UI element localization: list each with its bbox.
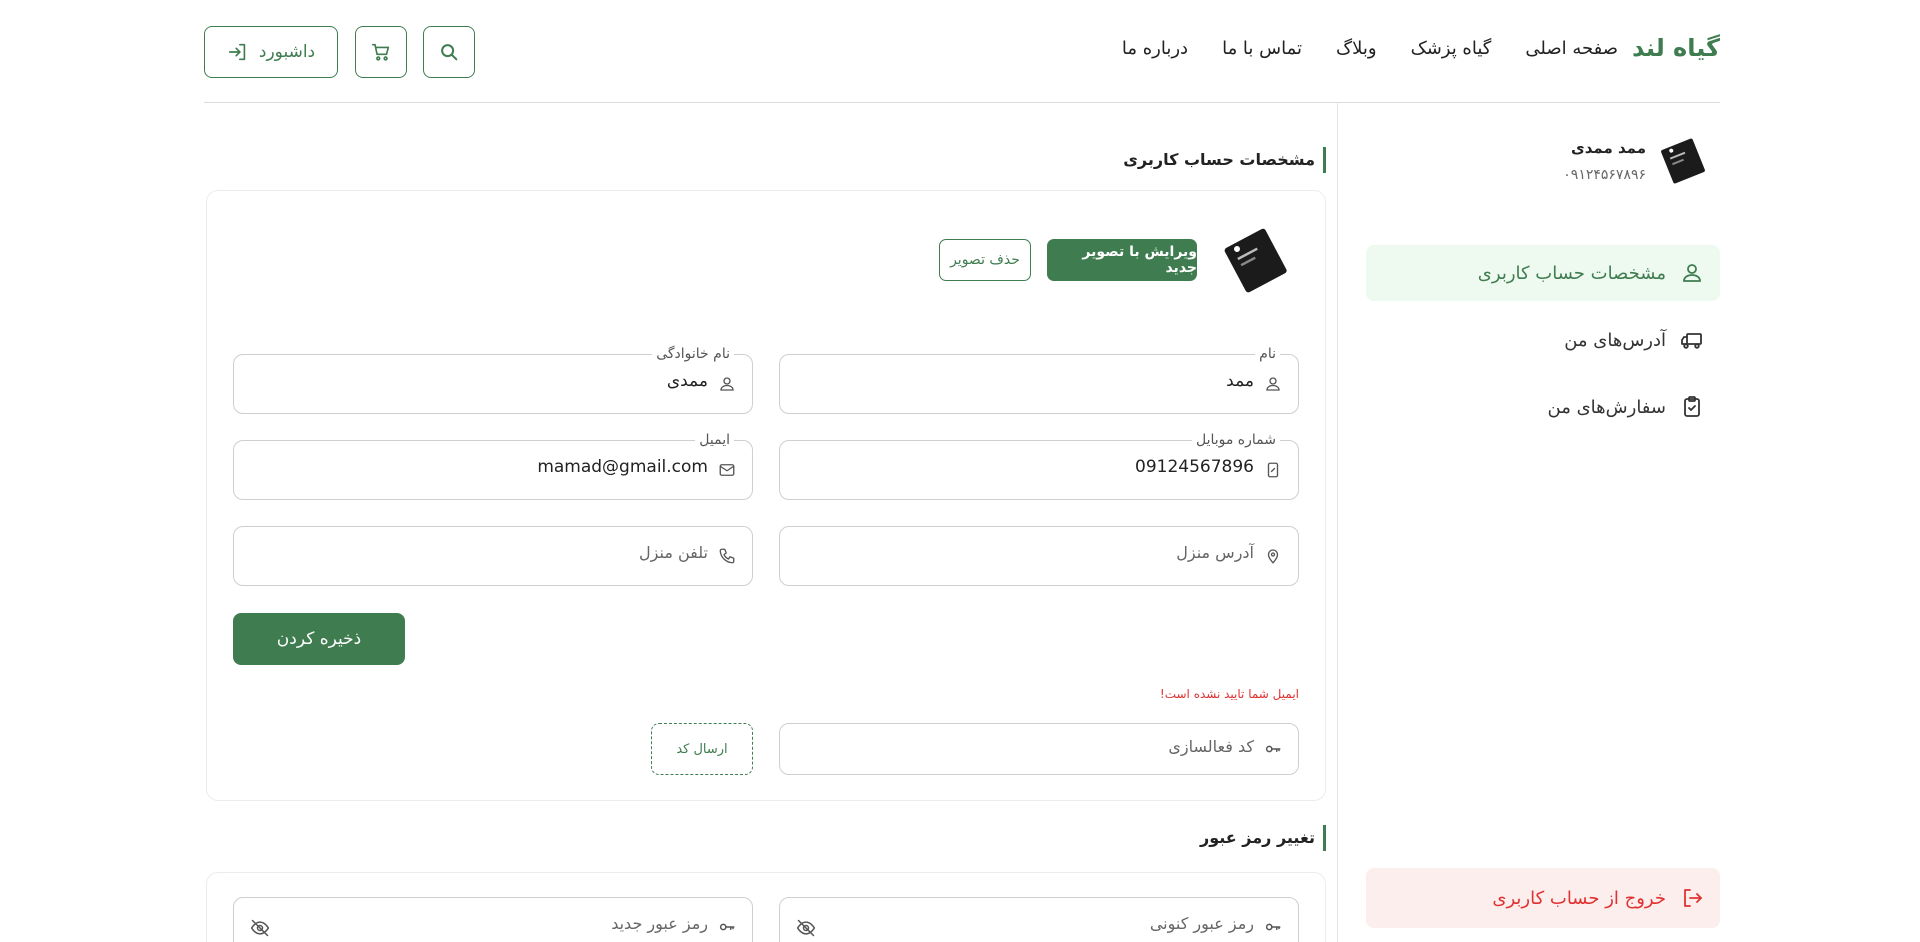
current-password-field[interactable]: رمز عبور کنونی xyxy=(779,897,1299,942)
key-icon xyxy=(1265,745,1281,753)
phone-icon xyxy=(719,548,735,564)
edit-image-button[interactable]: ویرایش با تصویر جدید xyxy=(1047,239,1197,281)
profile-phone: ۰۹۱۲۴۵۶۷۸۹۶ xyxy=(1563,167,1646,183)
avatar xyxy=(1652,129,1714,193)
email-label: ایمیل xyxy=(695,430,734,450)
activation-code-placeholder: کد فعالسازی xyxy=(1168,737,1254,756)
site-logo[interactable]: گیاه لند xyxy=(1632,34,1720,62)
last-name-value: ممدی xyxy=(666,371,708,391)
sidebar-item-account[interactable]: مشخصات حساب کاربری xyxy=(1366,245,1720,301)
logout-button[interactable]: خروج از حساب کاربری xyxy=(1366,868,1720,928)
account-sidebar: ممد ممدی ۰۹۱۲۴۵۶۷۸۹۶ مشخصات حساب کاربری … xyxy=(1337,103,1720,942)
sidebar-item-orders[interactable]: سفارش‌های من xyxy=(1366,379,1720,435)
site-header: گیاه لند صفحه اصلی گیاه پزشک وبلاگ تماس … xyxy=(204,0,1720,103)
sidebar-item-label: سفارش‌های من xyxy=(1547,396,1666,418)
logout-label: خروج از حساب کاربری xyxy=(1492,887,1666,909)
password-section-title: تغییر رمز عبور xyxy=(1200,825,1326,851)
sidebar-item-label: مشخصات حساب کاربری xyxy=(1477,262,1666,284)
key-icon xyxy=(1265,923,1281,931)
nav-plant-doctor[interactable]: گیاه پزشک xyxy=(1411,38,1492,59)
profile-summary: ممد ممدی ۰۹۱۲۴۵۶۷۸۹۶ xyxy=(1350,127,1720,197)
truck-icon xyxy=(1681,333,1702,349)
main-nav: صفحه اصلی گیاه پزشک وبلاگ تماس با ما درب… xyxy=(1122,38,1618,59)
first-name-value: ممد xyxy=(1226,371,1254,391)
profile-name: ممد ممدی xyxy=(1571,139,1646,157)
user-icon xyxy=(1683,264,1701,282)
last-name-label: نام خانوادگی xyxy=(652,344,734,364)
first-name-label: نام xyxy=(1255,344,1280,364)
nav-home[interactable]: صفحه اصلی xyxy=(1525,38,1618,59)
mobile-value: 09124567896 xyxy=(1135,457,1254,477)
new-password-placeholder: رمز عبور جدید xyxy=(611,914,708,933)
home-phone-field[interactable]: تلفن منزل xyxy=(233,526,753,586)
address-field[interactable]: آدرس منزل xyxy=(779,526,1299,586)
mobile-label: شماره موبایل xyxy=(1191,430,1280,450)
login-icon xyxy=(228,43,246,61)
save-button[interactable]: ذخیره کردن xyxy=(233,613,405,665)
current-password-placeholder: رمز عبور کنونی xyxy=(1149,914,1254,933)
dashboard-label: داشبورد xyxy=(258,42,316,62)
address-placeholder: آدرس منزل xyxy=(1176,543,1254,562)
user-icon xyxy=(1266,377,1280,391)
search-button[interactable] xyxy=(423,26,475,78)
logout-icon xyxy=(1684,889,1702,907)
nav-contact[interactable]: تماس با ما xyxy=(1222,38,1302,59)
home-phone-placeholder: تلفن منزل xyxy=(639,543,708,562)
eye-off-icon[interactable] xyxy=(250,918,270,938)
nav-blog[interactable]: وبلاگ xyxy=(1336,38,1377,59)
dashboard-button[interactable]: داشبورد xyxy=(204,26,338,78)
key-icon xyxy=(719,923,735,931)
cart-icon xyxy=(371,43,390,61)
profile-image xyxy=(1215,219,1299,303)
send-code-button[interactable]: ارسال کد xyxy=(651,723,753,775)
cart-button[interactable] xyxy=(355,26,407,78)
search-icon xyxy=(441,44,458,61)
change-password-card: رمز عبور کنونی رمز عبور جدید xyxy=(206,872,1326,942)
account-details-card: ویرایش با تصویر جدید حذف تصویر نام ممد ن… xyxy=(206,190,1326,801)
email-field[interactable]: ایمیل mamad@gmail.com xyxy=(233,430,753,500)
mobile-field[interactable]: شماره موبایل 09124567896 xyxy=(779,430,1299,500)
mail-icon xyxy=(719,464,735,476)
first-name-field[interactable]: نام ممد xyxy=(779,344,1299,414)
new-password-field[interactable]: رمز عبور جدید xyxy=(233,897,753,942)
email-unverified-warning: ایمیل شما تایید نشده است! xyxy=(1159,687,1299,701)
phone-edit-icon xyxy=(1267,462,1279,478)
account-section-title: مشخصات حساب کاربری xyxy=(1123,147,1326,173)
sidebar-menu: مشخصات حساب کاربری آدرس‌های من سفارش‌های… xyxy=(1366,245,1720,446)
eye-off-icon[interactable] xyxy=(796,918,816,938)
nav-about[interactable]: درباره ما xyxy=(1122,38,1188,59)
activation-code-field[interactable]: کد فعالسازی xyxy=(779,723,1299,775)
sidebar-item-label: آدرس‌های من xyxy=(1564,329,1666,351)
user-icon xyxy=(720,377,734,391)
location-icon xyxy=(1267,549,1279,564)
email-value: mamad@gmail.com xyxy=(537,457,708,477)
delete-image-button[interactable]: حذف تصویر xyxy=(939,239,1031,281)
last-name-field[interactable]: نام خانوادگی ممدی xyxy=(233,344,753,414)
clipboard-check-icon xyxy=(1684,396,1700,417)
sidebar-item-addresses[interactable]: آدرس‌های من xyxy=(1366,312,1720,368)
